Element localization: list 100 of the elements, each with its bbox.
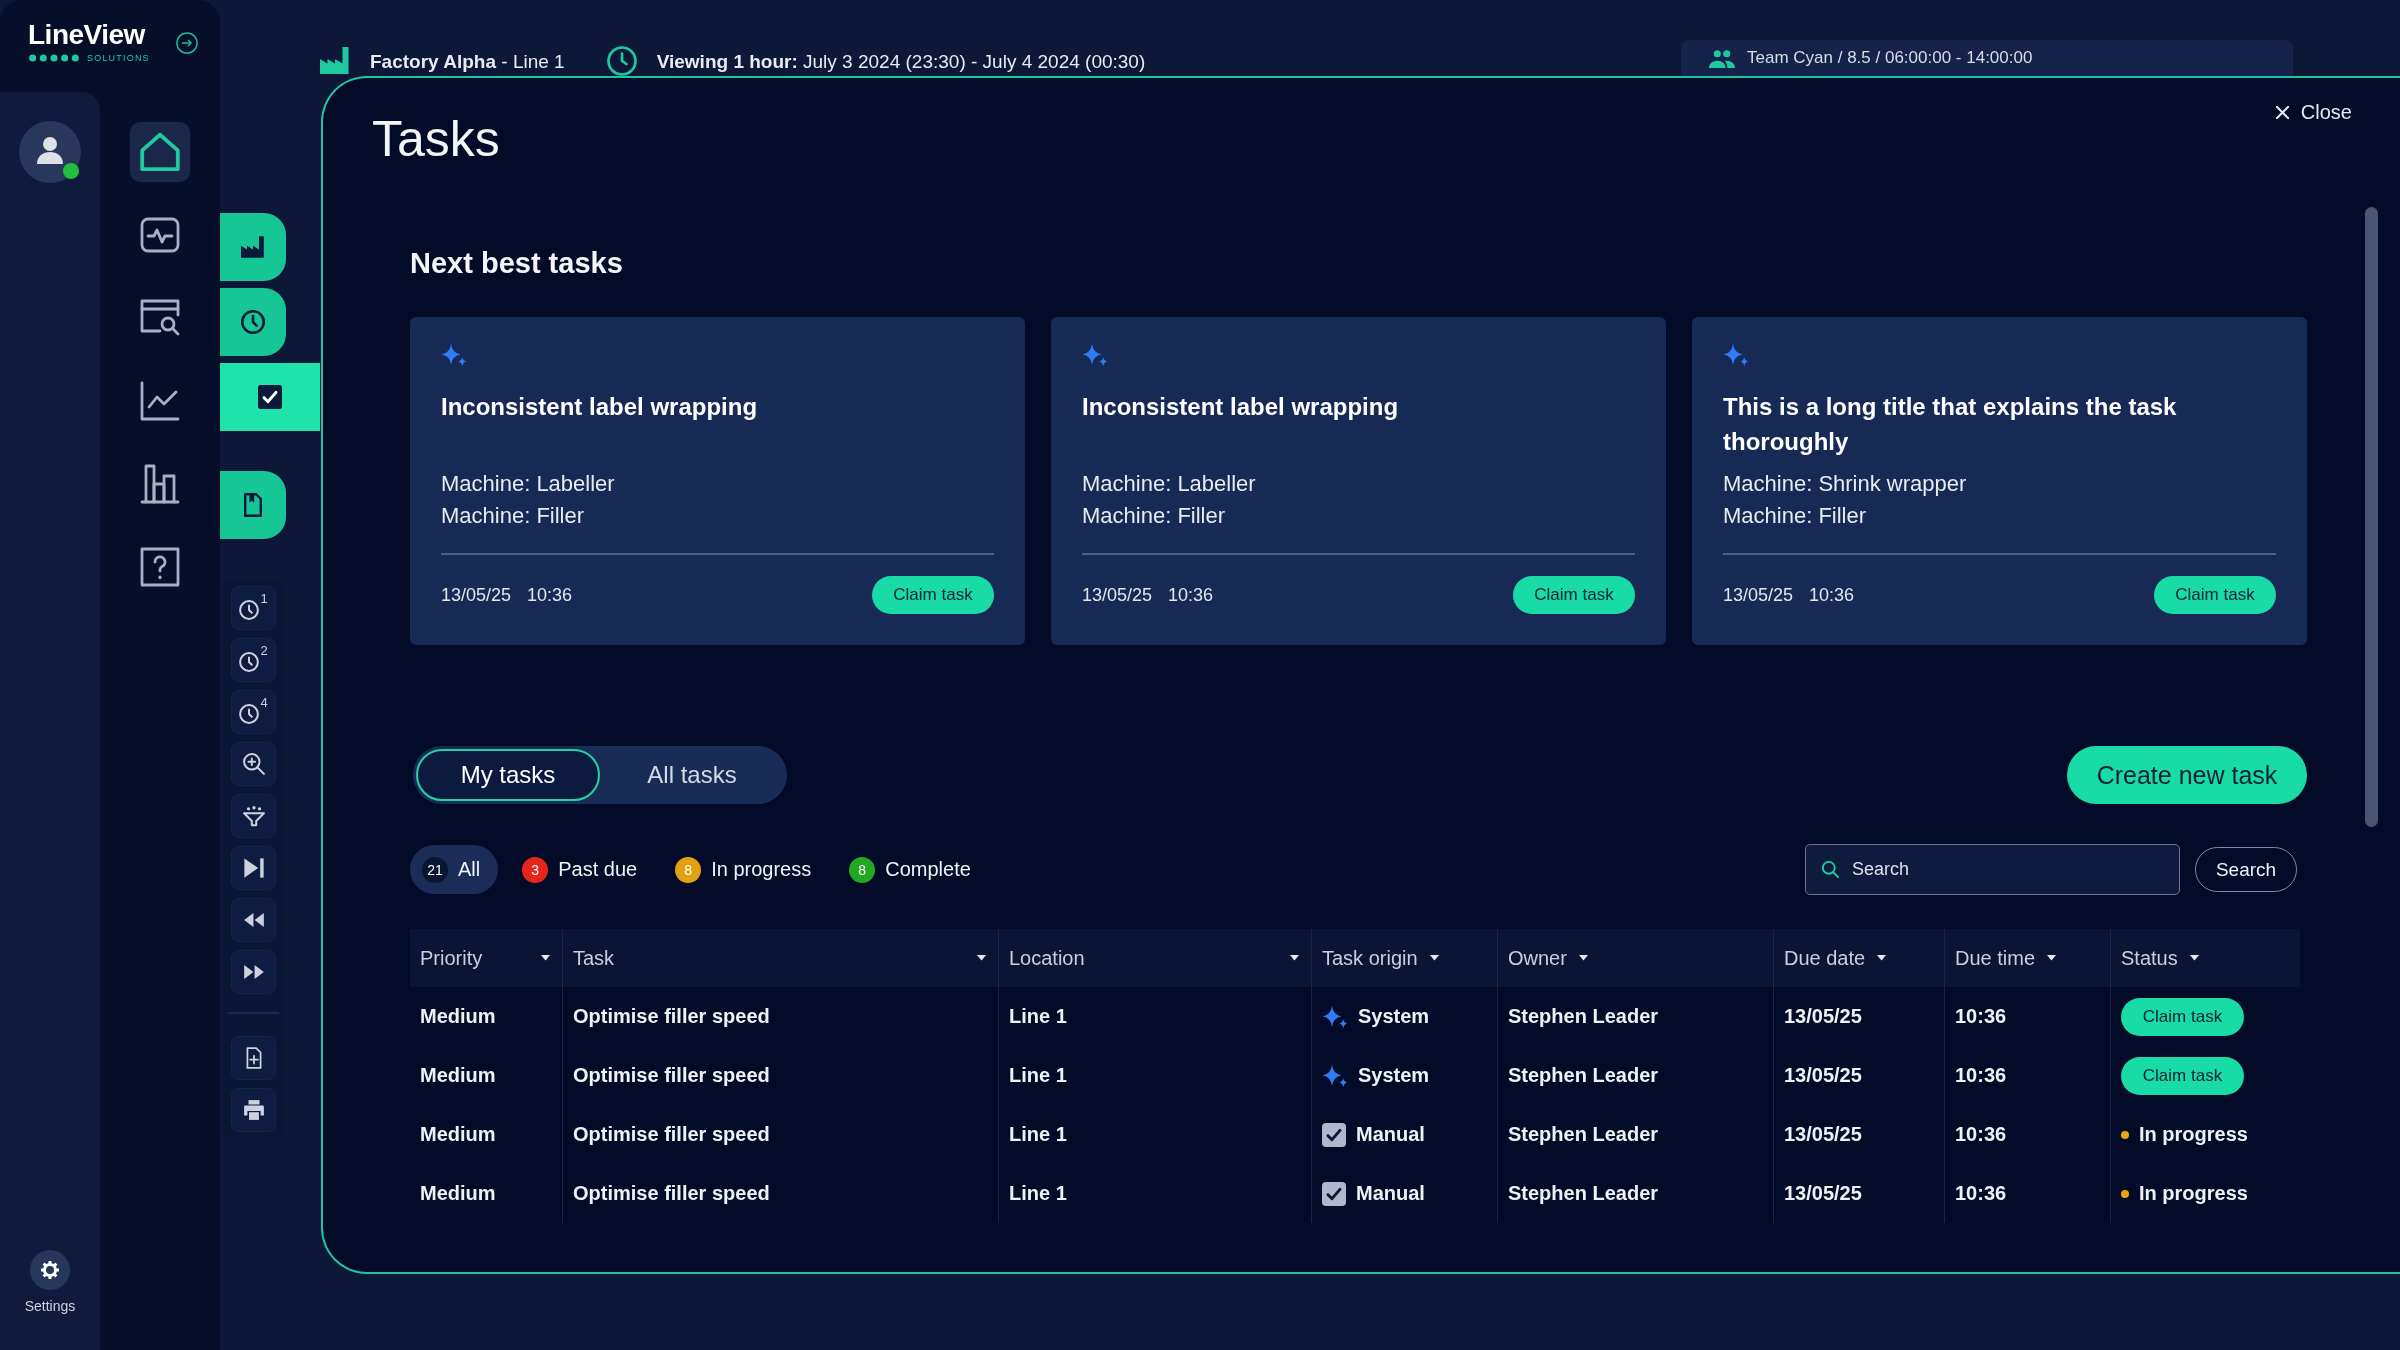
filter-chip[interactable]: 8 Complete xyxy=(835,845,985,894)
team-icon xyxy=(1709,48,1735,68)
card-time: 10:36 xyxy=(1809,584,1855,606)
caret-icon xyxy=(1877,955,1887,961)
side-tab[interactable] xyxy=(220,363,320,431)
time-scale-button[interactable]: 1 xyxy=(231,586,276,630)
section-heading: Next best tasks xyxy=(410,246,624,281)
logo-wordmark: LineView xyxy=(28,20,147,50)
caret-icon xyxy=(2047,955,2057,961)
zoom-in-icon xyxy=(242,753,265,775)
filter-chip[interactable]: 3 Past due xyxy=(508,845,652,894)
table-cell: 13/05/25 xyxy=(1773,1105,1944,1164)
status-dot-icon xyxy=(2121,1189,2129,1198)
printer-icon xyxy=(242,1099,265,1121)
caret-icon xyxy=(2189,955,2199,961)
table-cell: Optimise filler speed xyxy=(562,1046,998,1105)
clock-icon xyxy=(239,652,260,672)
table-cell: Optimise filler speed xyxy=(562,1164,998,1223)
location-text: Factory Alpha - Line 1 xyxy=(370,50,565,74)
column-header[interactable]: Task xyxy=(562,929,998,987)
tool-button[interactable] xyxy=(231,1036,276,1080)
close-button[interactable]: Close xyxy=(2275,98,2352,126)
claim-task-button[interactable]: Claim task xyxy=(2121,997,2244,1036)
tool-button[interactable] xyxy=(231,950,276,994)
clock-icon xyxy=(239,704,260,724)
checked-box-icon xyxy=(1322,1181,1346,1206)
claim-task-button[interactable]: Claim task xyxy=(872,576,994,614)
table-cell: Optimise filler speed xyxy=(562,1105,998,1164)
table-cell-text: Medium xyxy=(419,1122,497,1147)
time-scale-button[interactable]: 4 xyxy=(231,690,276,734)
column-header[interactable]: Priority xyxy=(410,929,562,987)
side-tab[interactable] xyxy=(220,471,286,539)
close-icon xyxy=(2275,105,2289,119)
search-icon xyxy=(1822,861,1839,878)
sparkle-icon xyxy=(1723,343,1749,367)
claim-task-button[interactable]: Claim task xyxy=(2121,1056,2244,1095)
table-cell: Line 1 xyxy=(998,987,1311,1046)
filter-label: In progress xyxy=(711,858,812,881)
funnel-icon xyxy=(242,805,265,827)
side-tab[interactable] xyxy=(220,288,286,356)
card-time: 10:36 xyxy=(1168,584,1214,606)
team-shift-text: Team Cyan / 8.5 / 06:00:00 - 14:00:00 xyxy=(1747,48,2033,68)
table-cell: 10:36 xyxy=(1944,1046,2110,1105)
search-field[interactable]: Search xyxy=(1805,844,2180,895)
home-icon xyxy=(140,132,180,172)
side-tab[interactable] xyxy=(220,213,286,281)
filter-chip[interactable]: 8 In progress xyxy=(661,845,826,894)
origin-text: System xyxy=(1358,1064,1430,1087)
clock-icon xyxy=(241,310,265,334)
column-header[interactable]: Location xyxy=(998,929,1311,987)
logo-dots-icon xyxy=(28,54,80,62)
activity-monitor-icon xyxy=(140,215,180,255)
tool-button[interactable] xyxy=(231,898,276,942)
tool-button[interactable] xyxy=(231,794,276,838)
settings-button[interactable]: Settings xyxy=(24,1250,76,1314)
skip-to-end-icon xyxy=(242,857,265,879)
tool-button[interactable] xyxy=(231,742,276,786)
time-scale-button[interactable]: 2 xyxy=(231,638,276,682)
viewing-range-text: Viewing 1 hour: July 3 2024 (23:30) - July 4 2024 (00:30) xyxy=(656,50,1146,74)
caret-icon xyxy=(1290,955,1299,961)
tab[interactable]: My tasks xyxy=(416,749,600,801)
tab[interactable]: All tasks xyxy=(600,749,784,801)
user-avatar[interactable] xyxy=(19,121,81,183)
create-task-button[interactable]: Create new task xyxy=(2067,746,2307,804)
machine-text: Machine: Filler xyxy=(441,502,586,530)
count-badge: 8 xyxy=(849,856,876,883)
machine-text: Machine: Labeller xyxy=(1082,470,1257,498)
table-cell: 13/05/25 xyxy=(1773,1046,1944,1105)
sparkle-icon xyxy=(441,343,467,367)
tool-button[interactable] xyxy=(231,1088,276,1132)
arrow-circle-icon[interactable] xyxy=(176,32,198,54)
card-title: This is a long title that explains the task thoroughly xyxy=(1723,393,2177,455)
filter-label: Complete xyxy=(885,858,971,881)
filter-label: Past due xyxy=(558,858,638,881)
filter-chip[interactable]: 21 All xyxy=(410,845,499,894)
column-header[interactable]: Due date xyxy=(1773,929,1944,987)
factory-icon xyxy=(241,235,265,259)
card-title: Inconsistent label wrapping xyxy=(441,393,758,420)
nav-item[interactable] xyxy=(130,122,190,182)
claim-task-button[interactable]: Claim task xyxy=(1513,576,1635,614)
machine-text: Machine: Filler xyxy=(1723,502,1868,530)
table-cell: Stephen Leader xyxy=(1497,1105,1773,1164)
table-cell: 10:36 xyxy=(1944,1105,2110,1164)
card-date: 13/05/25 xyxy=(1723,584,1794,606)
column-header[interactable]: Status xyxy=(2110,929,2300,987)
table-cell: Stephen Leader xyxy=(1497,987,1773,1046)
table-cell-text: Medium xyxy=(419,1004,497,1029)
checkbox-icon xyxy=(258,385,282,409)
column-header[interactable]: Due time xyxy=(1944,929,2110,987)
bookmark-document-icon xyxy=(241,493,265,517)
table-cell: 13/05/25 xyxy=(1773,987,1944,1046)
scrollbar-thumb[interactable] xyxy=(2365,207,2378,827)
machine-text: Machine: Labeller xyxy=(441,470,616,498)
column-header[interactable]: Task origin xyxy=(1311,929,1497,987)
table-cell: Line 1 xyxy=(998,1105,1311,1164)
table-cell: 10:36 xyxy=(1944,987,2110,1046)
tool-button[interactable] xyxy=(231,846,276,890)
status-text: In progress xyxy=(2139,1182,2248,1205)
column-header[interactable]: Owner xyxy=(1497,929,1773,987)
claim-task-button[interactable]: Claim task xyxy=(2154,576,2276,614)
